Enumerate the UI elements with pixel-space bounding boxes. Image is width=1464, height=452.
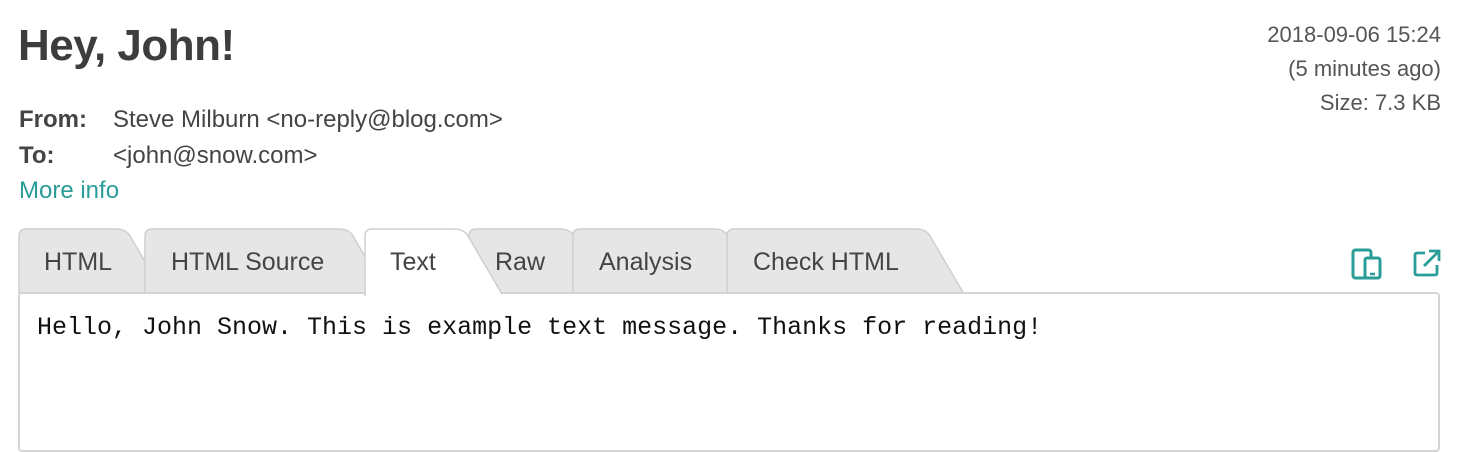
tab-text-label: Text [390, 248, 436, 276]
email-size: Size: 7.3 KB [1319, 90, 1441, 115]
tab-html-source[interactable]: HTML Source [144, 228, 394, 295]
from-row: From: Steve Milburn <no-reply@blog.com> [19, 102, 503, 138]
email-subject: Hey, John! [18, 21, 235, 70]
from-label: From: [19, 106, 87, 133]
from-value: Steve Milburn <no-reply@blog.com> [113, 106, 503, 133]
message-text: Hello, John Snow. This is example text m… [37, 313, 1043, 342]
to-value: <john@snow.com> [113, 142, 318, 169]
view-toolbar [1350, 246, 1444, 280]
tab-analysis-label: Analysis [599, 248, 693, 276]
tab-check-html-label: Check HTML [753, 248, 899, 276]
tab-html-source-label: HTML Source [171, 248, 325, 276]
tab-check-html[interactable]: Check HTML [726, 228, 976, 295]
to-row: To: <john@snow.com> [19, 138, 503, 174]
tab-text[interactable]: Text [364, 228, 504, 298]
responsive-view-icon[interactable] [1350, 246, 1384, 280]
message-body: Hello, John Snow. This is example text m… [18, 292, 1440, 452]
to-label: To: [19, 142, 55, 169]
email-meta: 2018-09-06 15:24 (5 minutes ago) Size: 7… [1267, 18, 1441, 120]
more-info-link[interactable]: More info [19, 173, 119, 209]
email-headers: From: Steve Milburn <no-reply@blog.com> … [19, 102, 503, 174]
email-relative-time: (5 minutes ago) [1288, 56, 1441, 81]
view-tabs: HTML HTML Source Raw Analysis Check HTML… [18, 228, 978, 298]
tab-html-label: HTML [44, 248, 113, 276]
open-external-icon[interactable] [1410, 246, 1444, 280]
email-date: 2018-09-06 15:24 [1267, 22, 1441, 47]
